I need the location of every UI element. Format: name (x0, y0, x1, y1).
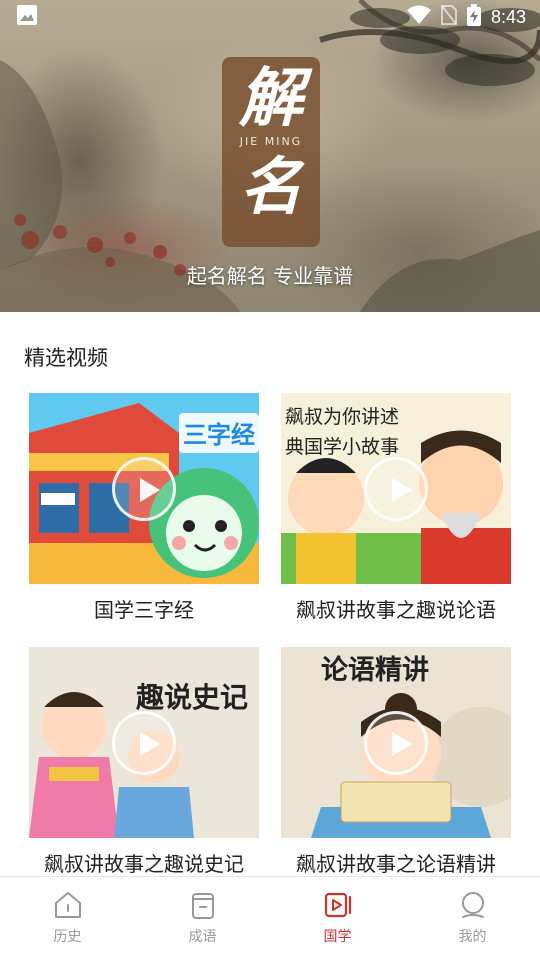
play-button[interactable] (112, 457, 176, 521)
thumb-overlay-text-2: 典国学小故事 (285, 436, 399, 458)
video-thumbnail[interactable]: 飙叔为你讲述 典国学小故事 (281, 393, 511, 584)
hero-banner[interactable]: 解 JIE MING 名 起名解名 专业靠谱 (0, 0, 540, 312)
play-button[interactable] (364, 457, 428, 521)
thumb-overlay-text: 趣说史记 (136, 681, 248, 714)
video-thumbnail[interactable]: 三字经 (29, 393, 259, 584)
nav-label: 历史 (53, 929, 82, 945)
video-card[interactable]: 三字经 国学三字经 (29, 393, 259, 623)
history-icon (54, 892, 81, 918)
seal-char-bottom: 名 (239, 150, 302, 223)
nav-label: 成语 (188, 929, 217, 945)
gallery-notification-icon (16, 4, 38, 30)
status-time: 8:43 (490, 6, 526, 27)
video-card[interactable]: 趣说史记 飙叔讲故事之趣说史记 (29, 647, 259, 877)
video-card[interactable]: 论语精讲 飙叔讲故事之论语精讲 (281, 647, 511, 877)
nav-item-idiom[interactable]: 成语 (135, 877, 270, 960)
section-title: 精选视频 (24, 346, 108, 370)
idiom-icon (191, 893, 214, 919)
bottom-nav: 历史 成语 国学 我的 (0, 876, 540, 960)
thumb-overlay-text: 论语精讲 (321, 655, 429, 686)
seal-char-top: 解 (239, 61, 303, 136)
nav-item-profile[interactable]: 我的 (405, 877, 540, 960)
video-thumbnail[interactable]: 趣说史记 (29, 647, 259, 838)
battery-charging-icon (466, 4, 481, 30)
profile-icon (461, 892, 484, 918)
status-bar: 8:43 (0, 0, 540, 34)
video-title[interactable]: 飙叔讲故事之趣说史记 (29, 848, 259, 877)
no-sim-icon (440, 5, 457, 29)
video-thumbnail[interactable]: 论语精讲 (281, 647, 511, 838)
video-icon (324, 892, 351, 918)
video-card[interactable]: 飙叔为你讲述 典国学小故事 飙叔讲故事之趣说论语 (281, 393, 511, 623)
play-button[interactable] (112, 711, 176, 775)
wifi-icon (406, 5, 431, 29)
thumb-overlay-text-1: 飙叔为你讲述 (285, 406, 399, 428)
video-title[interactable]: 飙叔讲故事之论语精讲 (281, 848, 511, 877)
thumb-overlay-text: 三字经 (183, 421, 255, 449)
hero-slogan: 起名解名 专业靠谱 (186, 264, 354, 288)
play-button[interactable] (364, 711, 428, 775)
nav-label: 我的 (458, 929, 487, 945)
nav-item-history[interactable]: 历史 (0, 877, 135, 960)
brand-seal: 解 JIE MING 名 (222, 57, 320, 247)
nav-label: 国学 (323, 929, 352, 945)
nav-item-guoxue[interactable]: 国学 (270, 877, 405, 960)
video-title[interactable]: 飙叔讲故事之趣说论语 (281, 594, 511, 623)
video-title[interactable]: 国学三字经 (29, 594, 259, 623)
seal-pinyin: JIE MING (239, 135, 303, 148)
